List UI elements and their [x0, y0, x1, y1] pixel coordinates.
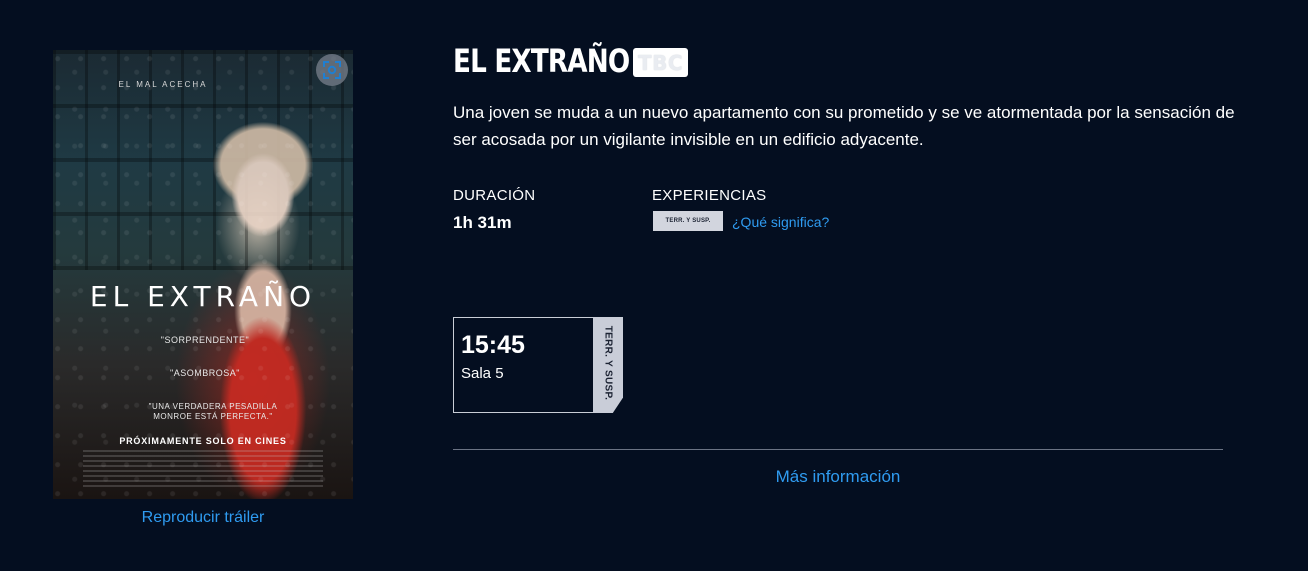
rating-badge: TBC: [633, 48, 688, 77]
showtime-experience-tab: TERR. Y SUSP.: [593, 317, 623, 413]
poster-raindrops: [53, 50, 353, 499]
duration-value: 1h 31m: [453, 213, 512, 232]
poster-quote: "ASOMBROSA": [170, 368, 240, 378]
poster-quote: "UNA VERDADERA PESADILLA MONROE ESTÁ PER…: [148, 402, 278, 421]
poster-release-text: PRÓXIMAMENTE SOLO EN CINES: [119, 436, 287, 446]
duration-label: DURACIÓN: [453, 187, 536, 204]
rating-label: TBC: [637, 50, 684, 75]
experience-badge: TERR. Y SUSP.: [653, 211, 723, 231]
section-divider: [453, 449, 1223, 450]
zoom-fullscreen-icon: [323, 61, 341, 79]
poster-zoom-button[interactable]: [316, 54, 348, 86]
movie-poster[interactable]: EL MAL ACECHA EL EXTRAÑO "SORPRENDENTE" …: [53, 50, 353, 499]
poster-tagline: EL MAL ACECHA: [118, 80, 208, 89]
showtime-card-body: 15:45 Sala 5: [453, 317, 593, 413]
experiences-label: EXPERIENCIAS: [652, 187, 767, 204]
experience-help-link[interactable]: ¿Qué significa?: [732, 214, 829, 230]
poster-title: EL EXTRAÑO: [89, 280, 317, 313]
showtime-room: Sala 5: [461, 365, 504, 382]
more-info-link[interactable]: Más información: [453, 467, 1223, 487]
play-trailer-link[interactable]: Reproducir tráiler: [53, 509, 353, 527]
showtime-time: 15:45: [461, 331, 525, 359]
movie-synopsis: Una joven se muda a un nuevo apartamento…: [453, 103, 1235, 149]
poster-credits-block: [83, 450, 323, 490]
movie-title: EL EXTRAÑO: [453, 42, 630, 80]
showtime-button[interactable]: 15:45 Sala 5 TERR. Y SUSP.: [453, 317, 623, 413]
showtime-experience-label: TERR. Y SUSP.: [602, 325, 614, 401]
poster-quote: "SORPRENDENTE": [160, 335, 250, 345]
